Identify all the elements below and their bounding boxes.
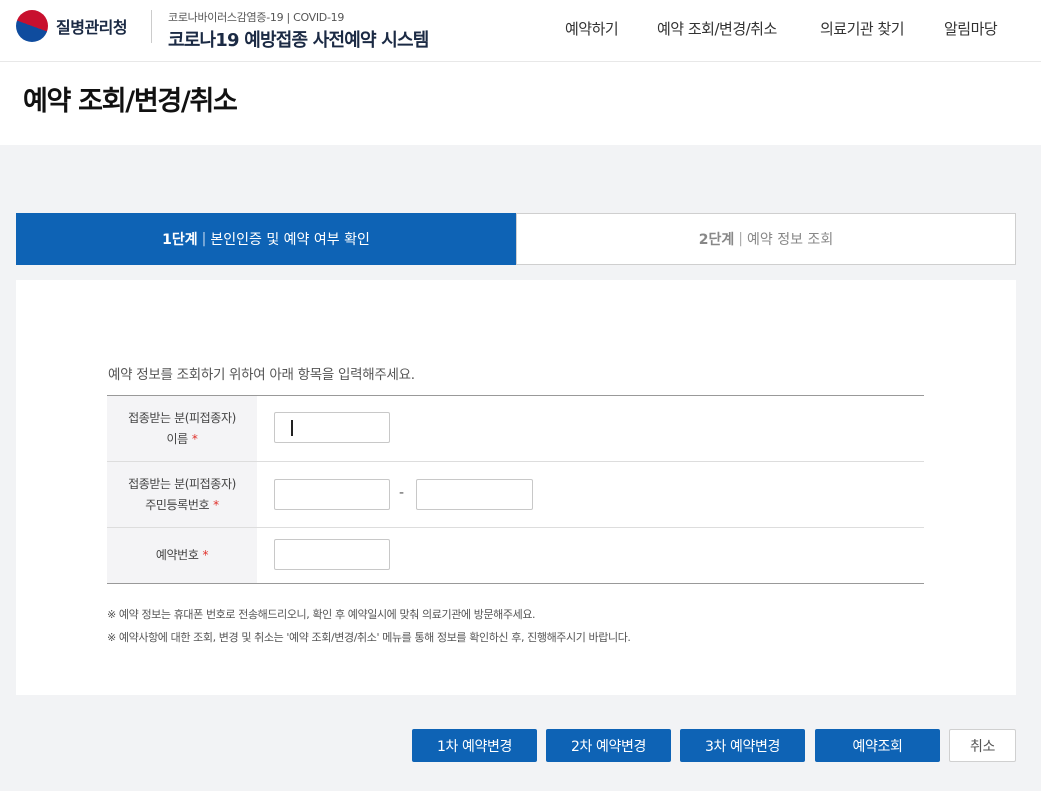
nav-lookup-change-cancel[interactable]: 예약 조회/변경/취소 xyxy=(657,18,777,39)
step-1-number: 1단계 xyxy=(162,232,198,248)
rrn-label-line1: 접종받는 분(피접종자) xyxy=(128,476,236,491)
page-header: 예약 조회/변경/취소 xyxy=(0,62,1041,145)
step-2-separator: | xyxy=(738,231,744,247)
name-label-line1: 접종받는 분(피접종자) xyxy=(128,410,236,425)
page-title: 예약 조회/변경/취소 xyxy=(23,86,238,117)
form-row-rrn: 접종받는 분(피접종자) 주민등록번호 * - xyxy=(107,462,924,528)
nav-notice[interactable]: 알림마당 xyxy=(944,18,998,39)
taegeuk-emblem-icon xyxy=(16,10,48,42)
agency-logo[interactable]: 질병관리청 xyxy=(16,10,128,42)
name-label: 접종받는 분(피접종자) 이름 * xyxy=(107,396,257,461)
name-label-line2: 이름 xyxy=(166,431,189,446)
lookup-button[interactable]: 예약조회 xyxy=(815,729,940,762)
step-1-tab: 1단계 | 본인인증 및 예약 여부 확인 xyxy=(16,213,516,265)
rrn-separator: - xyxy=(399,485,405,501)
rrn-front-input[interactable] xyxy=(274,479,390,510)
step-1-label: 본인인증 및 예약 여부 확인 xyxy=(210,232,370,248)
reservation-number-input[interactable] xyxy=(274,539,390,570)
form-row-name: 접종받는 분(피접종자) 이름 * xyxy=(107,396,924,462)
nav-reserve[interactable]: 예약하기 xyxy=(565,18,619,39)
step-2-tab: 2단계 | 예약 정보 조회 xyxy=(516,213,1016,265)
nav-find-clinic[interactable]: 의료기관 찾기 xyxy=(820,18,905,39)
required-mark: * xyxy=(202,548,209,562)
agency-name: 질병관리청 xyxy=(56,18,128,37)
form-intro: 예약 정보를 조회하기 위하여 아래 항목을 입력해주세요. xyxy=(108,367,415,383)
rrn-back-input[interactable] xyxy=(416,479,533,510)
note-2: ※ 예약사항에 대한 조회, 변경 및 취소는 '예약 조회/변경/취소' 메뉴… xyxy=(107,631,631,644)
form-notes: ※ 예약 정보는 휴대폰 번호로 전송해드리오니, 확인 후 예약일시에 맞춰 … xyxy=(107,603,631,649)
reservation-label-text: 예약번호 xyxy=(155,548,199,562)
required-mark: * xyxy=(191,431,198,446)
step-2-label: 예약 정보 조회 xyxy=(747,232,834,248)
required-mark: * xyxy=(213,497,219,512)
rrn-label-line2: 주민등록번호 xyxy=(145,497,210,512)
change-3rd-button[interactable]: 3차 예약변경 xyxy=(680,729,805,762)
step-indicator: 1단계 | 본인인증 및 예약 여부 확인 2단계 | 예약 정보 조회 xyxy=(16,213,1016,265)
cancel-button[interactable]: 취소 xyxy=(949,729,1016,762)
form-panel: 예약 정보를 조회하기 위하여 아래 항목을 입력해주세요. 접종받는 분(피접… xyxy=(16,280,1016,695)
top-header: 질병관리청 코로나바이러스감염증-19 | COVID-19 코로나19 예방접… xyxy=(0,0,1041,62)
note-1: ※ 예약 정보는 휴대폰 번호로 전송해드리오니, 확인 후 예약일시에 맞춰 … xyxy=(107,608,536,621)
header-divider xyxy=(151,10,152,43)
text-cursor xyxy=(291,420,293,436)
step-1-separator: | xyxy=(201,231,207,247)
change-1st-button[interactable]: 1차 예약변경 xyxy=(412,729,537,762)
system-subtitle: 코로나바이러스감염증-19 | COVID-19 xyxy=(168,11,345,24)
step-2-number: 2단계 xyxy=(698,232,735,248)
lookup-form: 접종받는 분(피접종자) 이름 * 접종받는 분(피접종자) 주민등록번호 * - … xyxy=(107,395,924,584)
form-row-reservation: 예약번호 * xyxy=(107,528,924,584)
reservation-label: 예약번호 * xyxy=(107,528,257,583)
system-title[interactable]: 코로나19 예방접종 사전예약 시스템 xyxy=(168,26,429,52)
rrn-label: 접종받는 분(피접종자) 주민등록번호 * xyxy=(107,462,257,527)
change-2nd-button[interactable]: 2차 예약변경 xyxy=(546,729,671,762)
